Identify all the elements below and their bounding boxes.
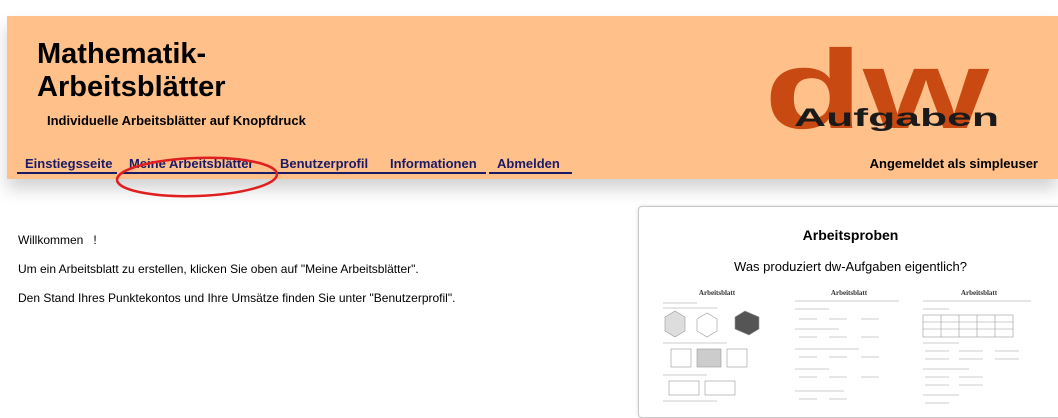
- nav-abmelden[interactable]: Abmelden: [489, 156, 572, 174]
- thumbnail-title: Arbeitsblatt: [960, 289, 998, 297]
- thumbnail-preview: [922, 300, 1031, 404]
- samples-subtitle: Was produziert dw-Aufgaben eigentlich?: [734, 259, 967, 274]
- welcome-section: Willkommen ! Um ein Arbeitsblatt zu erst…: [18, 232, 598, 319]
- site-title-line1: Mathematik-: [37, 38, 207, 70]
- thumbnail-preview: [795, 300, 899, 400]
- nav-einstiegsseite[interactable]: Einstiegsseite: [17, 156, 117, 174]
- site-subtitle: Individuelle Arbeitsblätter auf Knopfdru…: [47, 113, 306, 128]
- samples-title: Arbeitsproben: [802, 227, 899, 243]
- nav-meine-arbeitsblaetter[interactable]: Meine Arbeitsblätter: [121, 156, 274, 174]
- nav-informationen[interactable]: Informationen: [382, 156, 486, 174]
- sample-thumbnail-1[interactable]: Arbeitsblatt: [657, 289, 777, 409]
- thumbnail-preview: [663, 302, 760, 402]
- site-header: Mathematik- Arbeitsblätter Individuelle …: [7, 16, 1058, 198]
- nav-benutzerprofil[interactable]: Benutzerprofil: [272, 156, 383, 174]
- sample-thumbnail-3[interactable]: Arbeitsblatt: [919, 289, 1039, 409]
- dw-aufgaben-logo[interactable]: dw Aufgaben: [764, 46, 1014, 144]
- site-title: Mathematik- Arbeitsblätter: [37, 38, 337, 104]
- welcome-account-info: Den Stand Ihres Punktekontos und Ihre Um…: [18, 291, 456, 305]
- welcome-instruction: Um ein Arbeitsblatt zu erstellen, klicke…: [18, 262, 419, 276]
- welcome-greeting: Willkommen !: [18, 233, 97, 247]
- site-title-line2: Arbeitsblätter: [37, 71, 226, 103]
- thumbnail-title: Arbeitsblatt: [698, 289, 736, 297]
- logo-wordmark: Aufgaben: [794, 104, 999, 132]
- login-status: Angemeldet als simpleuser: [869, 156, 1038, 171]
- samples-panel: Arbeitsproben Was produziert dw-Aufgaben…: [638, 206, 1058, 418]
- sample-thumbnail-2[interactable]: Arbeitsblatt: [789, 289, 909, 409]
- thumbnail-title: Arbeitsblatt: [830, 289, 868, 297]
